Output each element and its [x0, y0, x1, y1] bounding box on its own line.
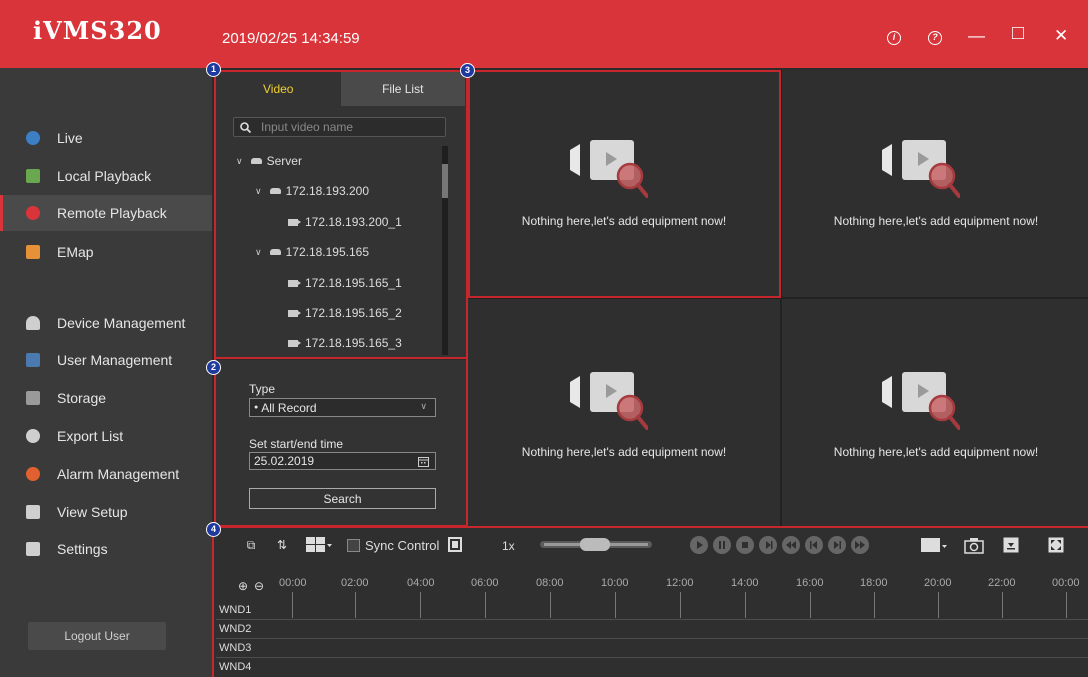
highlight-box-3 [468, 70, 781, 298]
sidebar: Live Local Playback Remote Playback EMap… [0, 68, 212, 677]
highlight-box-4 [212, 526, 1088, 677]
sidebar-item-label: User Management [57, 352, 173, 368]
sidebar-item-local-playback[interactable]: Local Playback [0, 158, 212, 194]
remote-playback-icon [26, 206, 40, 220]
sidebar-item-label: Storage [57, 390, 107, 406]
sidebar-item-label: View Setup [57, 504, 128, 520]
sidebar-item-export-list[interactable]: Export List [0, 418, 212, 454]
alarm-icon [26, 467, 40, 481]
user-icon [26, 353, 40, 367]
no-video-icon [570, 372, 648, 430]
marker-4: 4 [206, 522, 221, 537]
sidebar-item-label: Alarm Management [57, 466, 180, 482]
device-icon [26, 316, 40, 330]
sidebar-item-live[interactable]: Live [0, 120, 212, 156]
sidebar-item-label: Local Playback [57, 168, 152, 184]
sidebar-item-label: Export List [57, 428, 124, 444]
maximize-icon[interactable]: □ [1012, 22, 1024, 45]
app-logo: iVMS320 [33, 16, 162, 45]
sidebar-item-settings[interactable]: Settings [0, 531, 212, 567]
sidebar-item-label: Remote Playback [57, 205, 167, 221]
sidebar-item-label: Settings [57, 541, 108, 557]
title-bar: iVMS320 2019/02/25 14:34:59 i ? — □ ✕ [0, 0, 1088, 68]
sidebar-item-label: EMap [57, 244, 94, 260]
sidebar-item-user-management[interactable]: User Management [0, 342, 212, 378]
local-playback-icon [26, 169, 40, 183]
help-icon[interactable]: ? [928, 31, 942, 45]
storage-icon [26, 391, 40, 405]
sidebar-item-view-setup[interactable]: View Setup [0, 494, 212, 530]
highlight-box-2 [214, 359, 468, 527]
empty-state-message: Nothing here,let's add equipment now! [833, 214, 1039, 228]
emap-icon [26, 245, 40, 259]
sidebar-item-storage[interactable]: Storage [0, 380, 212, 416]
sidebar-item-alarm-management[interactable]: Alarm Management [0, 456, 212, 492]
export-icon [26, 429, 40, 443]
empty-state-message: Nothing here,let's add equipment now! [521, 445, 727, 459]
empty-state-message: Nothing here,let's add equipment now! [833, 445, 1039, 459]
marker-3: 3 [460, 63, 475, 78]
no-video-icon [882, 372, 960, 430]
marker-2: 2 [206, 360, 221, 375]
highlight-box-1 [214, 70, 468, 359]
logout-button[interactable]: Logout User [28, 622, 166, 650]
minimize-icon[interactable]: — [968, 26, 985, 46]
sidebar-item-label: Device Management [57, 315, 186, 331]
sidebar-item-device-management[interactable]: Device Management [0, 305, 212, 341]
sidebar-item-remote-playback[interactable]: Remote Playback [0, 195, 212, 231]
marker-1: 1 [206, 62, 221, 77]
sidebar-item-label: Live [57, 130, 83, 146]
settings-icon [26, 542, 40, 556]
close-icon[interactable]: ✕ [1054, 26, 1068, 46]
view-setup-icon [26, 505, 40, 519]
no-video-icon [882, 140, 960, 198]
current-datetime: 2019/02/25 14:34:59 [222, 30, 360, 47]
app-window: iVMS320 2019/02/25 14:34:59 i ? — □ ✕ Li… [0, 0, 1088, 677]
info-icon[interactable]: i [887, 31, 901, 45]
live-icon [26, 131, 40, 145]
sidebar-item-emap[interactable]: EMap [0, 234, 212, 270]
